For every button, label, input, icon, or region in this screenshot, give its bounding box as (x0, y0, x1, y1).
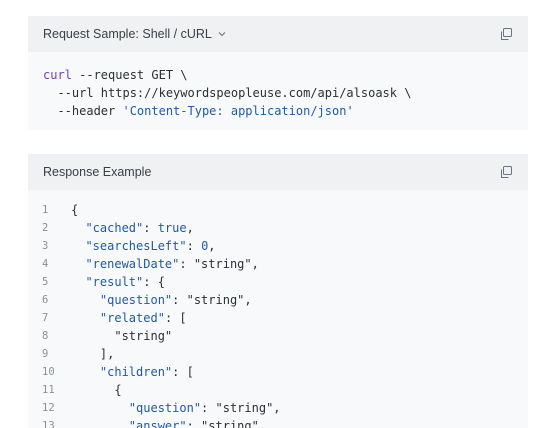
copy-icon[interactable] (499, 27, 513, 41)
code-text: --request GET \ (71, 68, 188, 82)
line-number: 5 (42, 276, 49, 288)
language-selector[interactable]: Request Sample: Shell / cURL (43, 27, 227, 41)
json-punctuation: , (208, 239, 216, 253)
code-keyword: curl (43, 68, 72, 82)
json-punctuation: , (258, 419, 267, 428)
line-content: "answer": "string", (71, 417, 266, 428)
response-example-title: Response Example (43, 165, 152, 179)
json-punctuation: : (179, 257, 194, 271)
json-punctuation: : [ (164, 311, 187, 325)
request-code-line: --header 'Content-Type: application/json… (43, 102, 513, 120)
line-content: "question": "string", (71, 291, 252, 309)
line-number: 9 (42, 348, 49, 360)
json-punctuation: : (172, 293, 187, 307)
code-text: --header (43, 104, 123, 118)
line-number: 11 (42, 384, 55, 396)
code-line: 5 "result": { (28, 273, 528, 291)
code-line: 7 "related": [ (28, 309, 528, 327)
request-sample-title: Request Sample: Shell / cURL (43, 27, 212, 41)
line-content: "related": [ (71, 309, 187, 327)
json-string: "string" (114, 329, 173, 343)
line-content: ], (71, 345, 114, 363)
json-punctuation: : [ (172, 365, 194, 379)
json-key: "searchesLeft" (85, 239, 187, 253)
json-literal: true (157, 221, 187, 235)
line-content: { (71, 381, 122, 399)
json-punctuation: : (143, 221, 158, 235)
json-key: "related" (99, 311, 165, 325)
json-punctuation: , (186, 221, 194, 235)
json-punctuation: , (251, 257, 259, 271)
json-key: "answer" (128, 419, 187, 428)
json-punctuation: : (186, 419, 202, 428)
line-number: 7 (42, 312, 49, 324)
json-string: "string" (215, 401, 274, 415)
code-line: 10 "children": [ (28, 363, 528, 381)
line-content: "string" (71, 327, 172, 345)
code-line: 9 ], (28, 345, 528, 363)
code-line: 1{ (28, 201, 528, 219)
line-content: "result": { (71, 273, 165, 291)
json-string: "string" (186, 293, 245, 307)
json-punctuation: , (244, 293, 252, 307)
line-content: { (71, 201, 78, 219)
chevron-down-icon (217, 29, 227, 39)
line-content: "question": "string", (71, 399, 281, 417)
code-line: 13 "answer": "string", (28, 417, 528, 428)
line-number: 4 (42, 258, 49, 270)
code-text: --url https://keywordspeopleuse.com/api/… (43, 86, 412, 100)
line-content: "cached": true, (71, 219, 194, 237)
response-code-block[interactable]: 1{2 "cached": true, 3 "searchesLeft": 0, 4… (28, 190, 528, 428)
line-number: 12 (42, 402, 55, 414)
json-key: "cached" (85, 221, 144, 235)
code-line: 8 "string" (28, 327, 528, 345)
request-sample-panel: Request Sample: Shell / cURL curl --requ… (28, 16, 528, 130)
json-punctuation: : (201, 401, 216, 415)
code-string: 'Content-Type: application/json' (122, 104, 354, 118)
request-sample-header: Request Sample: Shell / cURL (28, 16, 528, 52)
line-number: 13 (42, 420, 55, 428)
json-punctuation: ], (99, 347, 115, 361)
json-key: "question" (99, 293, 173, 307)
response-example-panel: Response Example 1{2 "cached": true, 3 "s… (28, 154, 528, 428)
json-string: "string" (193, 257, 252, 271)
code-line: 3 "searchesLeft": 0, (28, 237, 528, 255)
line-number: 1 (42, 204, 49, 216)
line-number: 8 (42, 330, 49, 342)
line-number: 2 (42, 222, 49, 234)
code-line: 2 "cached": true, (28, 219, 528, 237)
line-number: 3 (42, 240, 49, 252)
line-content: "children": [ (71, 363, 194, 381)
json-punctuation: : { (143, 275, 165, 289)
copy-icon[interactable] (499, 165, 513, 179)
json-string: "string" (201, 419, 259, 428)
request-code-block[interactable]: curl --request GET \ --url https://keywo… (28, 52, 528, 134)
json-key: "result" (85, 275, 144, 289)
json-punctuation: { (71, 203, 79, 217)
line-content: "searchesLeft": 0, (71, 237, 216, 255)
json-punctuation: { (114, 383, 122, 397)
line-content: "renewalDate": "string", (71, 255, 259, 273)
request-code-line: --url https://keywordspeopleuse.com/api/… (43, 84, 513, 102)
response-example-header: Response Example (28, 154, 528, 190)
json-key: "children" (99, 365, 173, 379)
code-line: 4 "renewalDate": "string", (28, 255, 528, 273)
request-code-line: curl --request GET \ (43, 66, 513, 84)
line-number: 10 (42, 366, 55, 378)
json-punctuation: : (186, 239, 202, 253)
json-punctuation: , (273, 401, 281, 415)
line-number: 6 (42, 294, 49, 306)
json-key: "renewalDate" (85, 257, 180, 271)
code-line: 6 "question": "string", (28, 291, 528, 309)
code-line: 11 { (28, 381, 528, 399)
json-key: "question" (128, 401, 202, 415)
code-line: 12 "question": "string", (28, 399, 528, 417)
